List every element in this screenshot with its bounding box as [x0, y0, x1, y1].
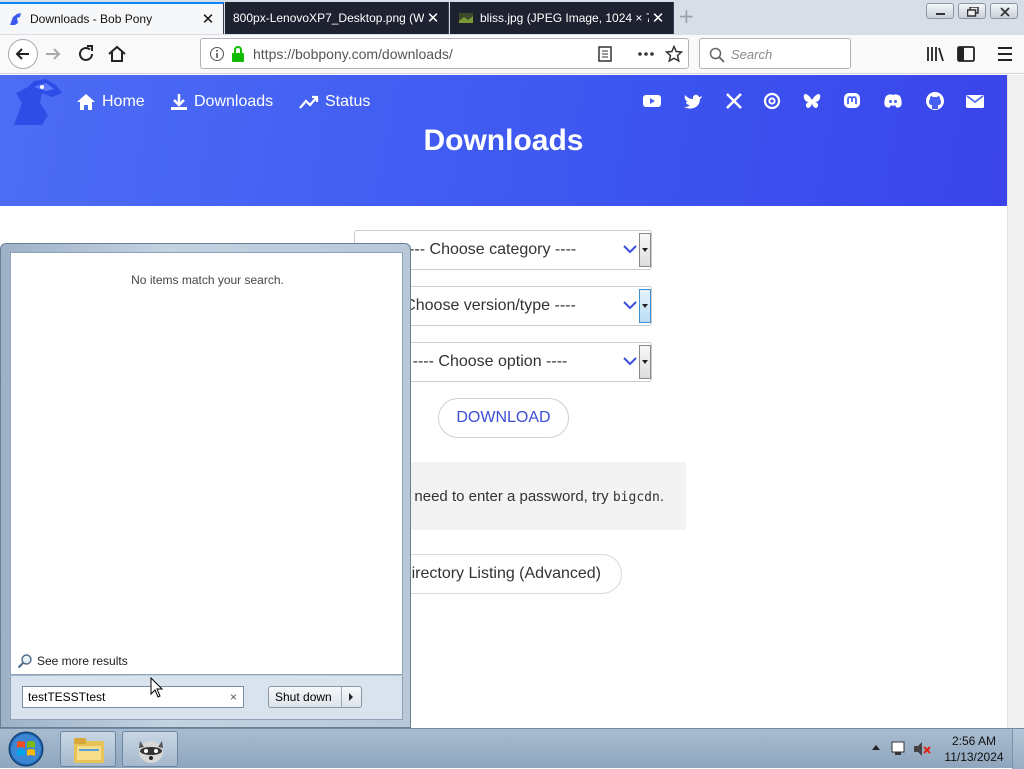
github-icon[interactable]	[925, 91, 945, 111]
dropdown-arrow-icon[interactable]	[639, 233, 651, 267]
search-placeholder: Search	[731, 47, 773, 62]
browser-toolbar: https://bobpony.com/downloads/ Search	[0, 35, 1024, 74]
discord-icon[interactable]	[883, 91, 903, 111]
system-tray-icons[interactable]	[870, 739, 936, 759]
show-desktop-button[interactable]	[1012, 729, 1024, 769]
back-arrow-icon	[15, 48, 29, 60]
close-window-button[interactable]	[990, 3, 1018, 19]
restore-button[interactable]	[958, 3, 986, 19]
sidebar-icon[interactable]	[955, 43, 977, 65]
url-text: https://bobpony.com/downloads/	[253, 46, 453, 62]
twitter-icon[interactable]	[683, 91, 703, 111]
x-icon[interactable]	[724, 91, 744, 111]
taskbar-clock[interactable]: 2:56 AM 11/13/2024	[940, 733, 1008, 765]
download-icon	[171, 94, 187, 110]
tab-lenovo-image[interactable]: 800px-LenovoXP7_Desktop.png (W ✕	[225, 2, 449, 34]
tab-close-icon[interactable]: ✕	[199, 10, 217, 28]
restore-icon	[967, 7, 979, 17]
tab-close-icon[interactable]: ✕	[424, 9, 442, 27]
info-icon[interactable]	[209, 46, 225, 62]
home-icon[interactable]	[106, 43, 128, 65]
new-tab-button[interactable]: +	[678, 4, 695, 28]
library-icon[interactable]	[924, 43, 946, 65]
volume-muted-icon	[914, 742, 922, 756]
page-actions-icon[interactable]	[637, 46, 655, 62]
taskbar-browser-button[interactable]	[122, 731, 178, 767]
download-button[interactable]: DOWNLOAD	[438, 398, 569, 438]
see-more-results-label: See more results	[37, 654, 128, 668]
see-more-results-link[interactable]: See more results	[17, 653, 128, 669]
taskbar: 2:56 AM 11/13/2024	[0, 728, 1024, 769]
page-title: Downloads	[423, 124, 584, 157]
bob-pony-logo-icon[interactable]	[12, 79, 64, 127]
password-note-suffix: .	[659, 488, 664, 505]
shut-down-options-arrow-icon[interactable]	[341, 687, 361, 707]
clear-search-icon[interactable]: ×	[230, 690, 237, 704]
tab-title: 800px-LenovoXP7_Desktop.png (W	[233, 11, 424, 25]
shut-down-button[interactable]: Shut down	[268, 686, 362, 708]
directory-listing-button[interactable]: Directory Listing (Advanced)	[380, 554, 622, 594]
email-icon[interactable]	[965, 91, 985, 111]
password-note-prefix: need to enter a password, try	[414, 488, 609, 505]
tab-close-icon[interactable]: ✕	[649, 9, 667, 27]
minimize-button[interactable]	[926, 3, 954, 19]
dropdown-arrow-icon[interactable]	[639, 345, 651, 379]
reader-view-icon[interactable]	[597, 46, 613, 62]
tab-title: bliss.jpg (JPEG Image, 1024 × 76	[480, 11, 649, 25]
mastodon-icon[interactable]	[842, 91, 862, 111]
network-icon	[891, 741, 905, 753]
magnifier-icon	[17, 654, 32, 669]
site-header: Home Downloads Status Downloads	[0, 75, 1007, 206]
search-bar[interactable]: Search	[699, 38, 851, 69]
bookmark-star-icon[interactable]	[665, 45, 683, 63]
tab-bliss-image[interactable]: bliss.jpg (JPEG Image, 1024 × 76 ✕	[450, 2, 674, 34]
no-results-message: No items match your search.	[131, 273, 284, 287]
start-search-input[interactable]: testTESSTtest ×	[22, 686, 244, 708]
youtube-icon[interactable]	[642, 91, 662, 111]
chevron-down-icon	[623, 357, 637, 366]
minimize-icon	[936, 13, 945, 15]
trending-icon	[299, 95, 319, 109]
nav-home-label: Home	[102, 93, 145, 110]
search-icon	[709, 47, 725, 63]
start-menu: No items match your search. See more res…	[0, 243, 411, 728]
image-favicon-icon	[459, 13, 473, 23]
taskbar-explorer-button[interactable]	[60, 731, 116, 767]
nav-home-link[interactable]: Home	[76, 91, 145, 113]
start-orb-icon[interactable]	[6, 730, 46, 768]
forward-arrow-icon[interactable]	[42, 43, 64, 65]
back-button[interactable]	[8, 39, 38, 69]
chevron-down-icon	[623, 301, 637, 310]
folder-icon	[74, 738, 104, 763]
nav-downloads-label: Downloads	[194, 93, 274, 110]
tab-title: Downloads - Bob Pony	[30, 12, 153, 26]
nav-status-link[interactable]: Status	[299, 91, 370, 113]
chevron-down-icon	[623, 245, 637, 254]
clock-time: 2:56 AM	[951, 734, 997, 748]
url-bar[interactable]: https://bobpony.com/downloads/	[200, 38, 689, 69]
nav-downloads-link[interactable]: Downloads	[170, 91, 273, 113]
start-search-value: testTESSTtest	[28, 690, 106, 704]
close-icon	[1000, 7, 1010, 17]
browser-titlebar: Downloads - Bob Pony ✕ 800px-LenovoXP7_D…	[0, 0, 1024, 35]
bluesky-icon[interactable]	[802, 91, 822, 111]
home-icon	[77, 94, 95, 110]
search-results-pane: No items match your search. See more res…	[10, 252, 403, 675]
password-code: bigcdn	[612, 490, 660, 505]
start-menu-footer: testTESSTtest × Shut down	[10, 676, 403, 720]
reload-icon[interactable]	[75, 43, 97, 65]
shut-down-label: Shut down	[275, 690, 332, 704]
mouse-cursor-icon	[150, 677, 164, 698]
lock-icon[interactable]	[230, 45, 246, 63]
bob-pony-favicon-icon	[10, 13, 21, 25]
dropdown-arrow-icon[interactable]	[639, 289, 651, 323]
nav-status-label: Status	[325, 93, 371, 110]
clock-date: 11/13/2024	[944, 750, 1004, 764]
raccoon-icon	[139, 741, 163, 763]
tab-downloads-bob-pony[interactable]: Downloads - Bob Pony ✕	[0, 2, 224, 34]
page-scrollbar[interactable]	[1007, 75, 1024, 728]
tray-expand-icon	[872, 745, 880, 750]
hamburger-menu-icon[interactable]	[994, 43, 1016, 65]
threads-icon[interactable]	[762, 91, 782, 111]
